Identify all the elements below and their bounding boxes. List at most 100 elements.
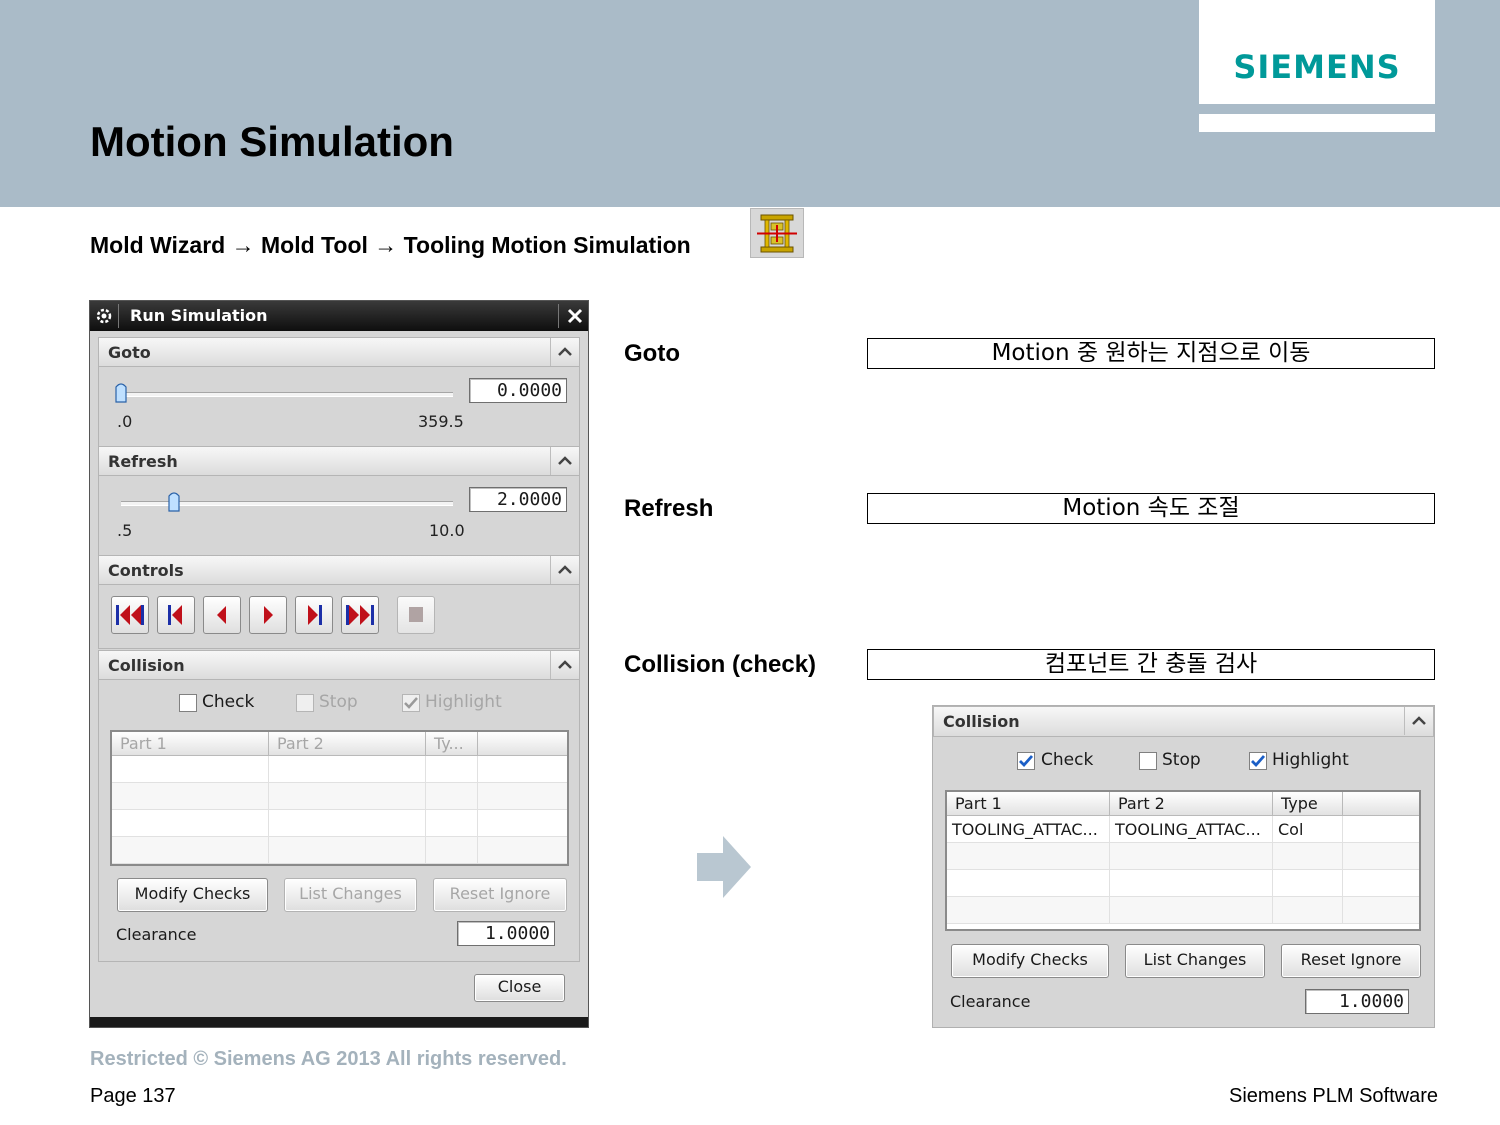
play-forward-button[interactable] [249,596,287,634]
clearance-value-field[interactable]: 1.0000 [457,921,555,946]
table-cell [112,756,269,783]
highlight-label: Highlight [425,692,502,712]
chevron-up-icon[interactable] [550,651,579,679]
refresh-slider-thumb[interactable] [168,490,180,512]
controls-section-label: Controls [108,561,184,580]
table-cell [426,837,478,864]
table-cell [112,783,269,810]
check-label: Check [202,692,255,712]
titlebar-divider [558,304,559,328]
table-cell [1273,870,1343,897]
goto-slider-thumb[interactable] [115,381,127,403]
step-back-button[interactable] [157,596,195,634]
slide-title: Motion Simulation [90,118,454,165]
reset-ignore-button[interactable]: Reset Ignore [433,878,567,912]
clearance-value-field[interactable]: 1.0000 [1305,989,1409,1014]
table-cell-part2: TOOLING_ATTAC... [1110,816,1273,843]
refresh-section-header[interactable]: Refresh [98,446,580,476]
table-header-filler [478,732,567,756]
table-cell [426,783,478,810]
siemens-logo: SIEMENS [1233,48,1401,86]
table-cell [426,810,478,837]
table-row[interactable] [947,897,1419,924]
check-checkbox[interactable] [1017,752,1035,770]
controls-section-header[interactable]: Controls [98,555,580,585]
page-number: Page 137 [90,1085,176,1107]
collision-panel-header[interactable]: Collision [933,706,1434,737]
play-forward-icon [264,606,273,624]
refresh-value-field[interactable]: 2.0000 [469,487,567,512]
list-changes-button[interactable]: List Changes [284,878,417,912]
table-cell [1273,897,1343,924]
modify-checks-button[interactable]: Modify Checks [951,944,1109,978]
refresh-explanation-box: Motion 속도 조절 [867,493,1435,524]
goto-max-label: 359.5 [418,412,464,431]
table-row[interactable] [947,870,1419,897]
table-row[interactable]: TOOLING_ATTAC... TOOLING_ATTAC... Col [947,816,1419,843]
table-cell [112,810,269,837]
check-checkbox[interactable] [179,694,197,712]
stop-button[interactable] [397,596,435,634]
table-cell [112,837,269,864]
goto-slider-track[interactable] [121,392,453,397]
close-button[interactable]: Close [474,974,565,1002]
refresh-section-label: Refresh [108,452,178,471]
stop-checkbox[interactable] [1139,752,1157,770]
collision-table[interactable]: Part 1 Part 2 Ty... [110,730,569,866]
goto-section-header[interactable]: Goto [98,337,580,367]
goto-value-field[interactable]: 0.0000 [469,378,567,403]
table-cell [269,783,426,810]
table-header-filler [1343,792,1419,816]
highlight-checkbox[interactable] [1249,752,1267,770]
collision-section-label: Collision [108,656,185,675]
controls-toolbar [111,596,491,636]
fast-forward-to-end-icon [346,605,374,625]
breadcrumb: Mold Wizard → Mold Tool → Tooling Motion… [90,232,691,259]
table-header-part2[interactable]: Part 2 [269,732,426,756]
chevron-up-icon[interactable] [1404,707,1433,735]
table-cell-part1: TOOLING_ATTAC... [947,816,1110,843]
fast-forward-to-end-button[interactable] [341,596,379,634]
table-cell [947,897,1110,924]
chevron-up-icon[interactable] [550,556,579,584]
table-row[interactable] [112,810,567,837]
stop-icon [409,607,423,622]
table-cell-type: Col [1273,816,1343,843]
highlight-checkbox[interactable] [402,694,420,712]
chevron-up-icon[interactable] [550,338,579,366]
stop-checkbox[interactable] [296,694,314,712]
goto-section-body: 0.0000 .0 359.5 [98,367,580,447]
modify-checks-button[interactable]: Modify Checks [117,878,268,912]
rewind-to-start-button[interactable] [111,596,149,634]
gear-icon[interactable] [95,307,113,325]
table-row[interactable] [112,837,567,864]
goto-explanation-box: Motion 중 원하는 지점으로 이동 [867,338,1435,369]
titlebar-divider [118,304,119,328]
close-icon[interactable] [566,307,584,325]
table-header-part1[interactable]: Part 1 [112,732,269,756]
play-backward-button[interactable] [203,596,241,634]
dialog-titlebar[interactable]: Run Simulation [90,301,588,331]
table-header-type[interactable]: Ty... [426,732,478,756]
step-forward-button[interactable] [295,596,333,634]
rewind-to-start-icon [116,605,144,625]
logo-strip [1199,114,1435,132]
table-cell [1110,897,1273,924]
table-row[interactable] [947,843,1419,870]
table-cell [426,756,478,783]
company-name: Siemens PLM Software [1229,1085,1438,1107]
highlight-label: Highlight [1272,750,1349,770]
collision-explanation-box: 컴포넌트 간 충돌 검사 [867,649,1435,680]
collision-section-header[interactable]: Collision [98,650,580,680]
table-header-part2[interactable]: Part 2 [1110,792,1273,816]
table-header-type[interactable]: Type [1273,792,1343,816]
table-header-part1[interactable]: Part 1 [947,792,1110,816]
chevron-up-icon[interactable] [550,447,579,475]
table-row[interactable] [112,783,567,810]
collision-table[interactable]: Part 1 Part 2 Type TOOLING_ATTAC... TOOL… [945,790,1421,931]
table-row[interactable] [112,756,567,783]
breadcrumb-step-mold-wizard: Mold Wizard [90,232,226,258]
breadcrumb-arrow: → [374,232,398,258]
reset-ignore-button[interactable]: Reset Ignore [1281,944,1421,978]
list-changes-button[interactable]: List Changes [1125,944,1265,978]
